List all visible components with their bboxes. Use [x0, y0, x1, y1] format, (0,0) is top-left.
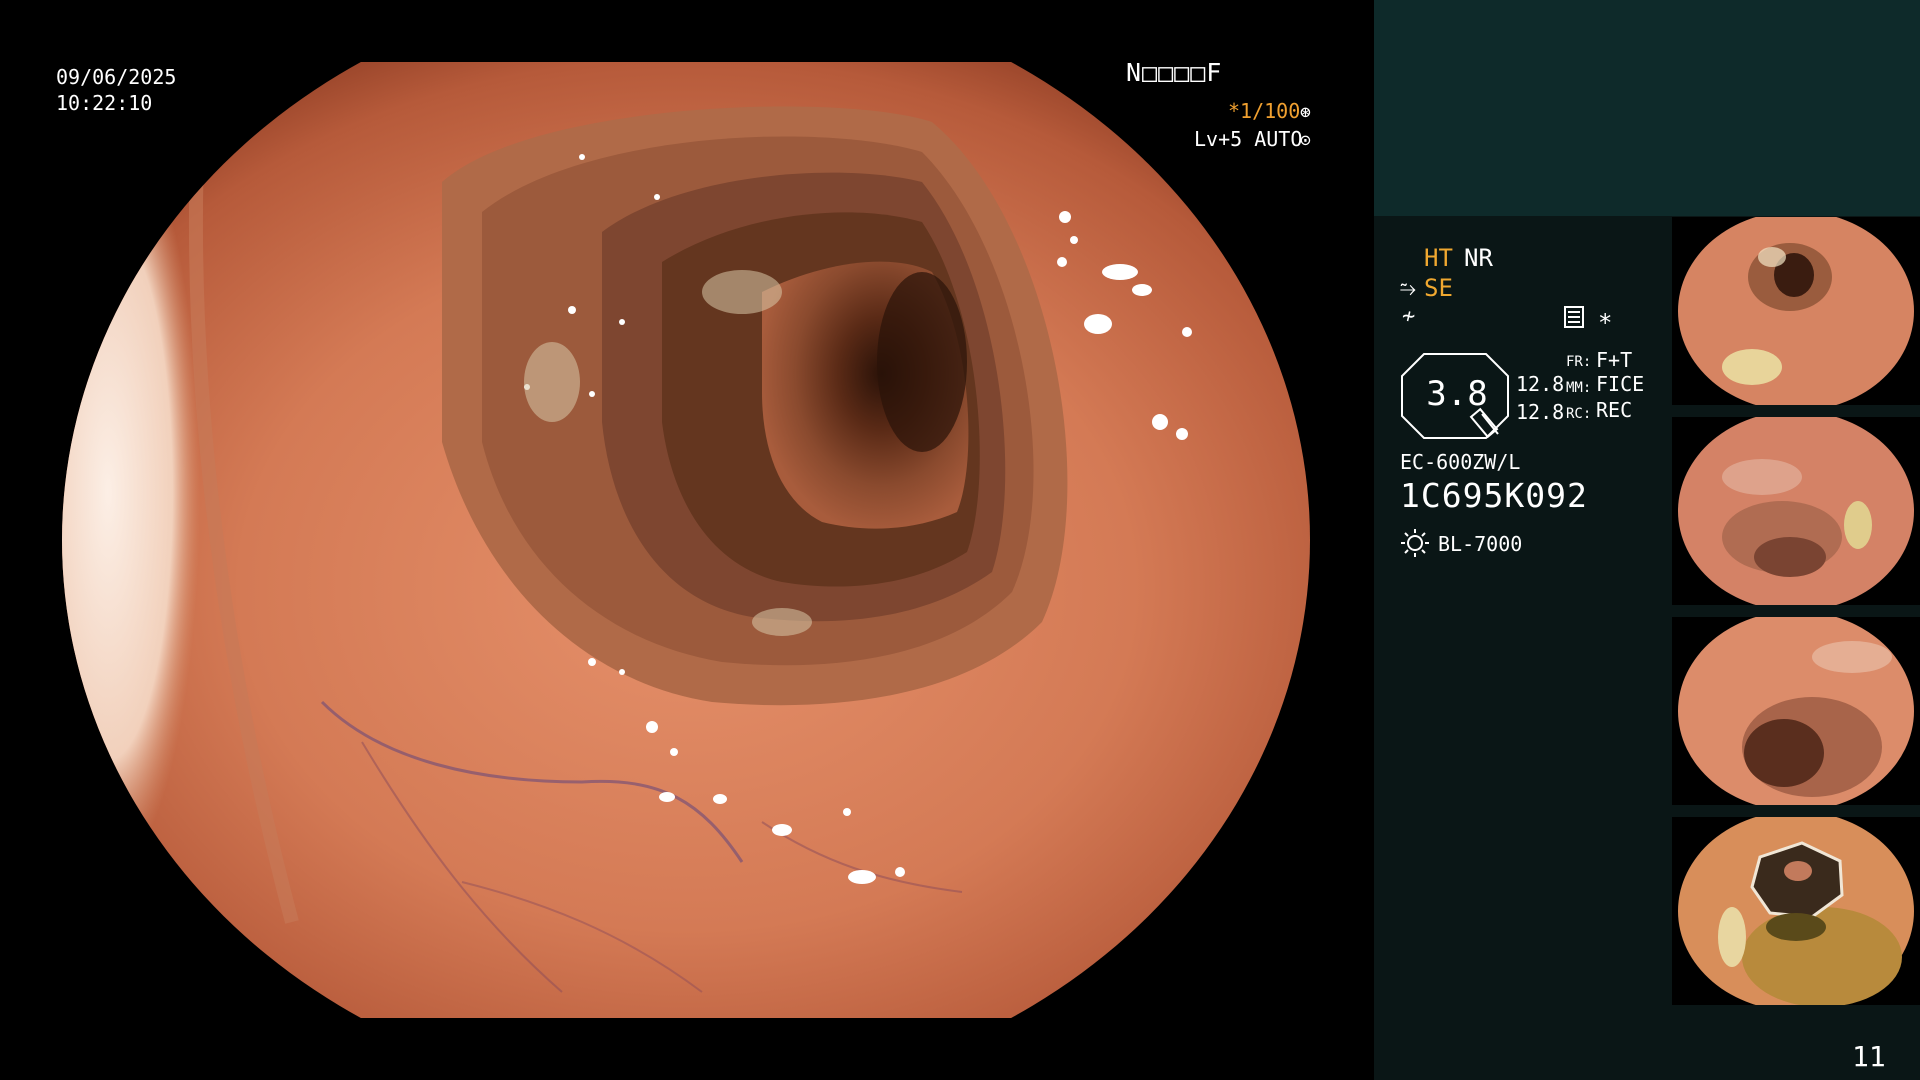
- ht-setting: HT: [1424, 244, 1453, 272]
- mm-tag: MM:: [1566, 380, 1592, 396]
- nr-setting: NR: [1464, 244, 1493, 272]
- sun-icon: [1401, 529, 1429, 557]
- brightness-level: Lv+5 AUTO: [1194, 127, 1303, 151]
- info-panel-header: [1374, 0, 1920, 216]
- rc-value: REC: [1596, 398, 1633, 422]
- endoscope-main-view: [62, 62, 1312, 1018]
- menu-icon: [1564, 306, 1584, 328]
- se-setting: SE: [1424, 274, 1453, 302]
- setting-value-b: 12.8: [1516, 400, 1565, 424]
- capture-thumbnail[interactable]: [1672, 817, 1920, 1005]
- structure-enhance-icon: ⥲: [1400, 276, 1416, 300]
- endoscopy-monitor: 09/06/2025 10:22:10 N□□□□F *1/100 ⊛ Lv+5…: [0, 0, 1920, 1080]
- fr-value: F+T: [1596, 348, 1633, 372]
- asterisk-icon: ∗: [1598, 304, 1613, 332]
- light-source: BL-7000: [1438, 532, 1523, 556]
- page-number: 11: [1852, 1040, 1886, 1073]
- rc-tag: RC:: [1566, 406, 1592, 422]
- fr-tag: FR:: [1566, 354, 1592, 370]
- patient-id: N□□□□F: [1126, 58, 1223, 87]
- auto-iris-icon: ⊙: [1300, 130, 1311, 151]
- setting-value-a: 12.8: [1516, 372, 1565, 396]
- exam-time: 10:22:10: [56, 91, 153, 115]
- capture-thumbnail[interactable]: [1672, 417, 1920, 605]
- f-icon: ≁: [1402, 304, 1416, 329]
- capture-thumbnail[interactable]: [1672, 217, 1920, 405]
- scope-model: EC-600ZW/L: [1400, 450, 1521, 474]
- capture-thumbnail[interactable]: [1672, 617, 1920, 805]
- scope-serial: 1C695K092: [1400, 476, 1588, 515]
- shutter-speed: *1/100: [1228, 99, 1301, 123]
- zoom-value: 3.8: [1426, 374, 1488, 414]
- aperture-icon: ⊛: [1300, 102, 1311, 123]
- mm-value: FICE: [1596, 372, 1645, 396]
- exam-date: 09/06/2025: [56, 65, 177, 89]
